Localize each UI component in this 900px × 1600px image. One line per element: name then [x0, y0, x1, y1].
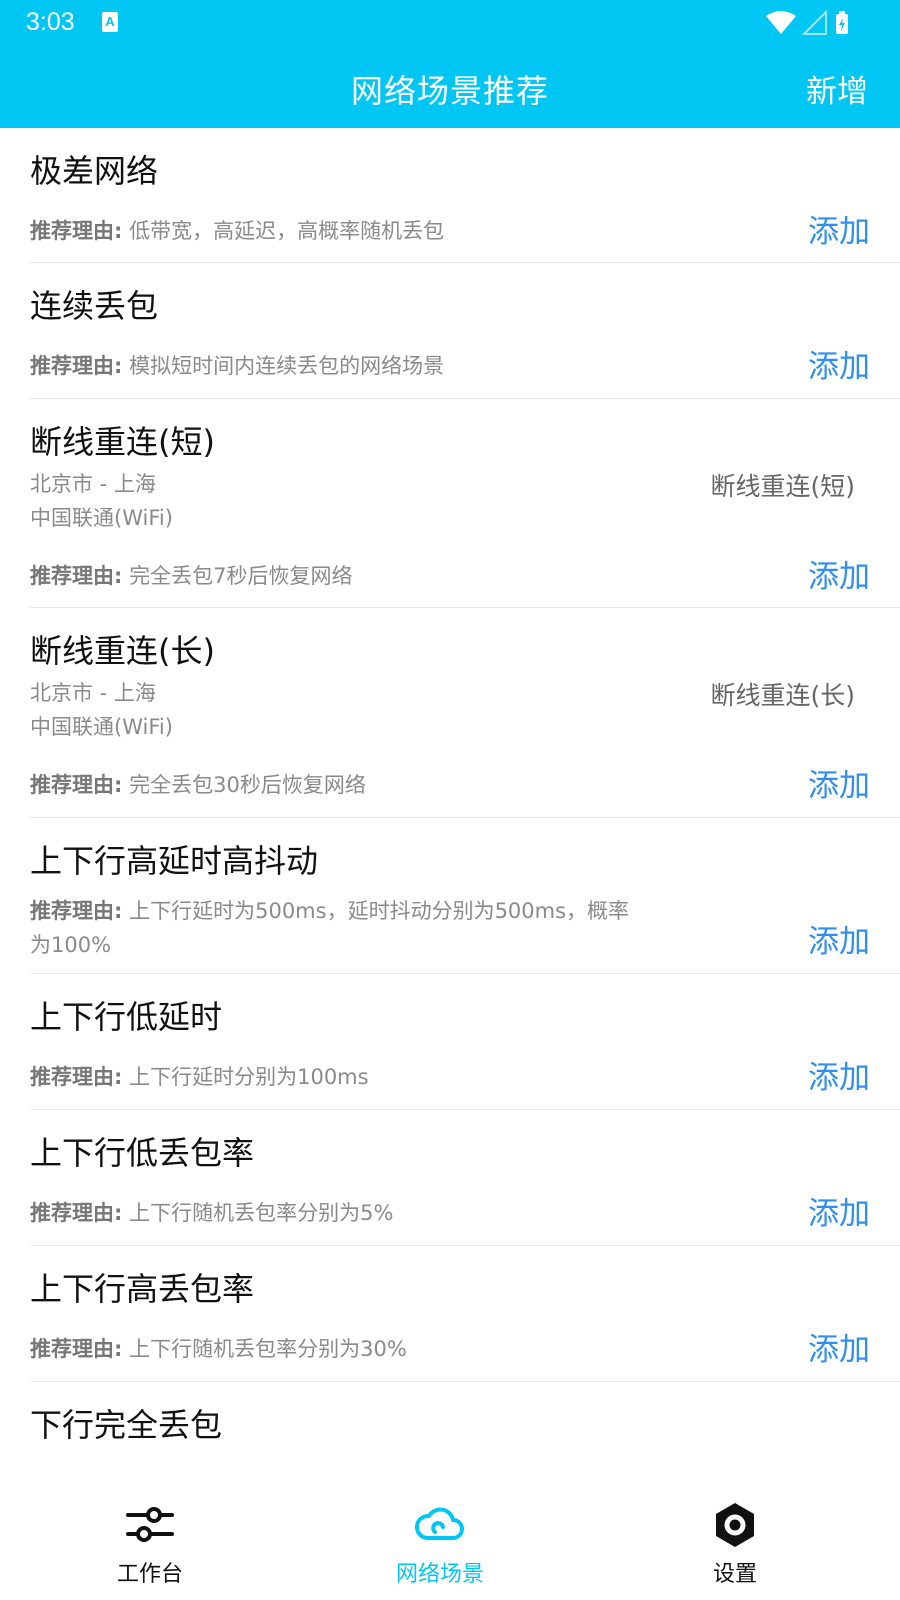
item-reason: 推荐理由: 上下行随机丢包率分别为5% [30, 1196, 393, 1230]
reason-text: 上下行延时分别为100ms [129, 1065, 369, 1089]
add-button[interactable]: 添加 [808, 1052, 870, 1097]
list-item[interactable]: 断线重连(长) 北京市 - 上海 中国联通(WiFi) 断线重连(长) 推荐理由… [30, 608, 900, 818]
item-title: 连续丢包 [30, 287, 159, 325]
scenario-list[interactable]: 极差网络 推荐理由: 低带宽，高延迟，高概率随机丢包 添加 连续丢包 推荐理由:… [0, 128, 900, 1490]
sliders-icon [126, 1507, 174, 1542]
item-reason: 推荐理由: 完全丢包7秒后恢复网络 [30, 559, 352, 593]
reason-label: 推荐理由: [30, 773, 123, 797]
item-tag: 断线重连(长) [710, 681, 855, 710]
tab-workbench[interactable]: 工作台 [0, 1490, 300, 1600]
item-carrier: 中国联通(WiFi) [30, 506, 173, 530]
tab-label: 工作台 [116, 1562, 183, 1587]
reason-label: 推荐理由: [30, 1337, 123, 1361]
reason-text: 完全丢包30秒后恢复网络 [129, 773, 366, 797]
tab-label: 设置 [712, 1562, 757, 1587]
item-title: 断线重连(短) [30, 423, 215, 461]
reason-label: 推荐理由: [30, 564, 123, 588]
notification-a-icon: A [102, 12, 118, 32]
cloud-icon [415, 1507, 464, 1540]
add-button[interactable]: 添加 [808, 1324, 870, 1369]
status-time: 3:03 [26, 8, 75, 36]
list-item[interactable]: 上下行高延时高抖动 推荐理由: 上下行延时为500ms，延时抖动分别为500ms… [30, 818, 900, 974]
item-reason: 推荐理由: 模拟短时间内连续丢包的网络场景 [30, 349, 444, 383]
item-title: 上下行低丢包率 [30, 1134, 255, 1172]
add-button[interactable]: 添加 [808, 206, 870, 251]
wifi-icon [766, 11, 796, 34]
reason-text: 模拟短时间内连续丢包的网络场景 [129, 354, 445, 378]
item-title: 极差网络 [30, 152, 159, 190]
item-reason: 推荐理由: 上下行随机丢包率分别为30% [30, 1332, 407, 1366]
reason-label: 推荐理由: [30, 899, 123, 923]
app-bar: 3:03 A 网络场景推荐 新增 [0, 0, 900, 128]
add-button[interactable]: 添加 [808, 760, 870, 805]
reason-text: 低带宽，高延迟，高概率随机丢包 [129, 219, 445, 243]
item-tag: 断线重连(短) [710, 472, 855, 501]
list-item[interactable]: 连续丢包 推荐理由: 模拟短时间内连续丢包的网络场景 添加 [30, 263, 900, 399]
tab-settings[interactable]: 设置 [585, 1490, 885, 1600]
add-button[interactable]: 添加 [808, 916, 870, 961]
item-location: 北京市 - 上海 [30, 472, 156, 496]
reason-text: 上下行随机丢包率分别为5% [129, 1201, 394, 1225]
item-title: 上下行高丢包率 [30, 1270, 255, 1308]
item-reason-cont: 为100% [30, 933, 112, 957]
signal-icon [801, 10, 827, 35]
add-button[interactable]: 添加 [808, 1188, 870, 1233]
item-reason: 推荐理由: 低带宽，高延迟，高概率随机丢包 [30, 214, 444, 248]
list-item[interactable]: 上下行低延时 推荐理由: 上下行延时分别为100ms 添加 [30, 974, 900, 1110]
reason-label: 推荐理由: [30, 1065, 123, 1089]
item-location: 北京市 - 上海 [30, 681, 156, 705]
item-reason: 推荐理由: 上下行延时为500ms，延时抖动分别为500ms，概率 [30, 894, 629, 928]
reason-label: 推荐理由: [30, 1201, 123, 1225]
add-new-button[interactable]: 新增 [806, 66, 868, 111]
list-item[interactable]: 上下行低丢包率 推荐理由: 上下行随机丢包率分别为5% 添加 [30, 1110, 900, 1246]
item-reason: 推荐理由: 上下行延时分别为100ms [30, 1060, 369, 1094]
item-title: 断线重连(长) [30, 632, 215, 670]
reason-text: 完全丢包7秒后恢复网络 [129, 564, 353, 588]
add-button[interactable]: 添加 [808, 551, 870, 596]
hexagon-gear-icon [716, 1503, 754, 1547]
item-carrier: 中国联通(WiFi) [30, 715, 173, 739]
tab-network-scenes[interactable]: 网络场景 [290, 1490, 590, 1600]
page-title: 网络场景推荐 [350, 72, 549, 110]
item-reason: 推荐理由: 完全丢包30秒后恢复网络 [30, 768, 366, 802]
tab-label: 网络场景 [395, 1562, 484, 1587]
reason-text: 上下行延时为500ms，延时抖动分别为500ms，概率 [129, 899, 630, 923]
status-icons [766, 10, 848, 35]
bottom-tab-bar: 工作台 网络场景 设置 [0, 1490, 900, 1600]
list-item[interactable]: 极差网络 推荐理由: 低带宽，高延迟，高概率随机丢包 添加 [30, 128, 900, 263]
item-title: 上下行低延时 [30, 998, 223, 1036]
reason-text: 上下行随机丢包率分别为30% [129, 1337, 407, 1361]
item-title: 上下行高延时高抖动 [30, 842, 319, 880]
add-button[interactable]: 添加 [808, 341, 870, 386]
list-item[interactable]: 上下行高丢包率 推荐理由: 上下行随机丢包率分别为30% 添加 [30, 1246, 900, 1382]
list-item[interactable]: 下行完全丢包 [30, 1382, 900, 1490]
list-item[interactable]: 断线重连(短) 北京市 - 上海 中国联通(WiFi) 断线重连(短) 推荐理由… [30, 399, 900, 608]
reason-label: 推荐理由: [30, 219, 123, 243]
item-title: 下行完全丢包 [30, 1406, 223, 1444]
reason-label: 推荐理由: [30, 354, 123, 378]
